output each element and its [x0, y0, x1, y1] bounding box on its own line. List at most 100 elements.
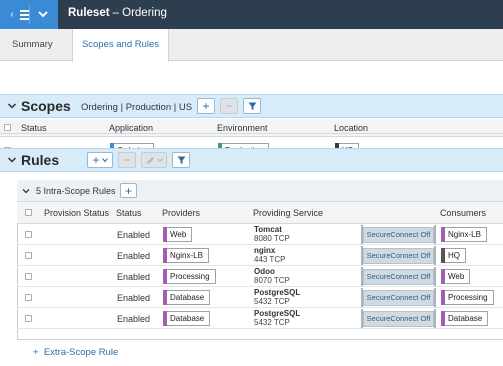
add-extra-scope-rule-link[interactable]: + Extra-Scope Rule	[33, 347, 118, 358]
tab-scopes-and-rules[interactable]: Scopes and Rules	[72, 29, 169, 62]
service-name: Odoo	[254, 267, 275, 276]
rule-status: Enabled	[117, 272, 151, 282]
extra-scope-rule-label: Extra-Scope Rule	[43, 347, 119, 358]
secureconnect-toggle[interactable]: SecureConnect Off	[363, 227, 434, 243]
consumer-tag: Processing	[441, 290, 494, 305]
collapse-caret-icon[interactable]	[22, 187, 30, 195]
filter-scopes-button[interactable]	[243, 98, 261, 114]
minus-icon: −	[123, 153, 131, 167]
scopes-column-header: Status Application Environment Location	[0, 119, 503, 137]
provider-tag: Database	[163, 311, 211, 326]
rule-status: Enabled	[117, 230, 151, 240]
rules-title: Rules	[21, 152, 60, 168]
column-environment: Environment	[217, 123, 268, 133]
service-port: 8080 TCP	[254, 234, 290, 243]
rules-collapse-caret-icon[interactable]	[7, 155, 17, 165]
service-name: PostgreSQL	[254, 288, 301, 297]
provider-tag: Nginx-LB	[163, 248, 209, 263]
service-port: 5432 TCP	[254, 297, 290, 306]
rule-status: Enabled	[117, 293, 151, 303]
rules-column-header: Provision Status Status Providers Provid…	[17, 202, 503, 224]
consumer-tag: Database	[441, 311, 489, 326]
scope-row-top-border	[0, 133, 503, 134]
plus-icon: +	[92, 153, 100, 167]
add-scope-button[interactable]: +	[197, 98, 215, 114]
provider-tag: Processing	[163, 269, 216, 284]
plus-icon: +	[124, 183, 132, 198]
chevron-down-icon	[101, 158, 108, 163]
collapse-caret-icon[interactable]	[7, 101, 17, 111]
service-name: PostgreSQL	[254, 309, 301, 318]
rule-row-divider	[17, 265, 503, 266]
intra-scope-rules-label: 5 Intra-Scope Rules	[36, 186, 116, 196]
column-location: Location	[334, 123, 369, 133]
filter-icon	[177, 156, 185, 164]
rule-row-divider	[17, 286, 503, 287]
page-title-name: – Ordering	[112, 7, 167, 19]
select-all-rules-checkbox[interactable]	[25, 209, 32, 216]
select-all-scopes-checkbox[interactable]	[4, 124, 11, 131]
column-application: Application	[109, 123, 154, 133]
rule-row-divider	[17, 307, 503, 308]
column-status: Status	[21, 123, 47, 133]
rule-status: Enabled	[117, 314, 151, 324]
pencil-icon	[146, 156, 154, 164]
scopes-title: Scopes	[21, 98, 71, 114]
column-provision-status: Provision Status	[44, 208, 110, 218]
service-port: 5432 TCP	[254, 318, 290, 327]
rule-status: Enabled	[117, 251, 151, 261]
intra-scope-rules-header: 5 Intra-Scope Rules +	[17, 180, 503, 202]
chevron-down-icon	[156, 158, 163, 163]
consumer-divider	[434, 267, 436, 286]
provider-tag: Web	[163, 227, 193, 242]
secureconnect-toggle[interactable]: SecureConnect Off	[363, 311, 434, 327]
add-intra-scope-rule-button[interactable]: +	[120, 183, 137, 198]
rules-section-header: Rules	[0, 148, 503, 172]
page-title-type: Ruleset	[68, 7, 110, 19]
rule-row-divider	[17, 328, 503, 329]
scopes-breadcrumb: Ordering | Production | US	[81, 102, 193, 113]
remove-scope-button[interactable]: −	[220, 98, 238, 114]
chevron-down-icon[interactable]	[37, 8, 49, 20]
consumer-divider	[434, 288, 436, 307]
add-rule-button[interactable]: +	[87, 152, 113, 168]
consumer-divider	[434, 225, 436, 244]
column-providing-service: Providing Service	[253, 208, 324, 218]
minus-icon: −	[225, 99, 233, 113]
remove-rule-button[interactable]: −	[118, 152, 136, 168]
back-arrow-icon[interactable]: ‹	[6, 9, 18, 20]
secureconnect-toggle[interactable]: SecureConnect Off	[363, 248, 434, 264]
column-providers: Providers	[162, 208, 201, 218]
service-name: Tomcat	[254, 225, 282, 234]
column-status: Status	[116, 208, 142, 218]
consumer-divider	[434, 309, 436, 328]
consumer-tag: Nginx-LB	[441, 227, 487, 242]
service-port: 443 TCP	[254, 255, 286, 264]
secureconnect-toggle[interactable]: SecureConnect Off	[363, 290, 434, 306]
rule-row-checkbox[interactable]	[25, 273, 32, 280]
column-consumers: Consumers	[440, 208, 487, 218]
plus-icon: +	[33, 347, 39, 358]
service-port: 8070 TCP	[254, 276, 290, 285]
page-title: Ruleset – Ordering	[68, 7, 167, 19]
tab-bar: Summary Scopes and Rules	[0, 29, 503, 62]
consumer-tag: HQ	[441, 248, 466, 263]
service-name: nginx	[254, 246, 276, 255]
rule-row-checkbox[interactable]	[25, 252, 32, 259]
filter-rules-button[interactable]	[172, 152, 190, 168]
tab-summary[interactable]: Summary	[0, 29, 65, 61]
secureconnect-toggle[interactable]: SecureConnect Off	[363, 269, 434, 285]
navigation-menu-button[interactable]: ‹	[0, 0, 58, 29]
rule-row-checkbox[interactable]	[25, 231, 32, 238]
rule-row-checkbox[interactable]	[25, 294, 32, 301]
filter-icon	[248, 102, 256, 110]
rule-row-divider	[17, 244, 503, 245]
top-bar: ‹ Ruleset – Ordering	[0, 0, 503, 29]
edit-rule-button[interactable]	[141, 152, 167, 168]
menu-separator	[29, 5, 30, 24]
plus-icon: +	[202, 99, 210, 113]
provider-tag: Database	[163, 290, 211, 305]
consumer-tag: Web	[441, 269, 471, 284]
consumer-divider	[434, 246, 436, 265]
rule-row-checkbox[interactable]	[25, 315, 32, 322]
